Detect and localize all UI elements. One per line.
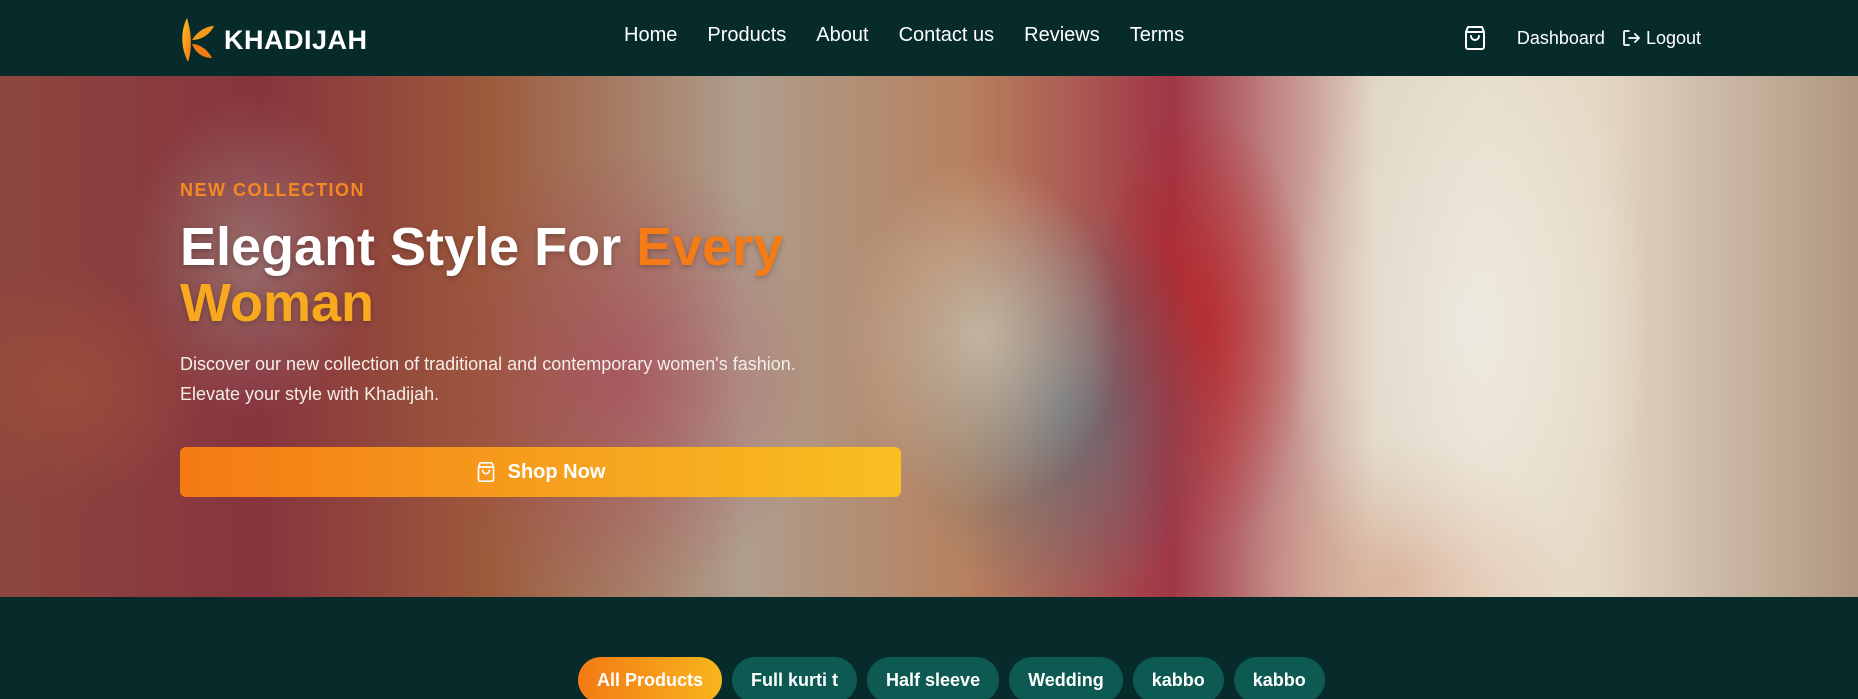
filter-chip-all-products[interactable]: All Products — [578, 657, 723, 699]
hero-title-accent-woman: Woman — [180, 273, 375, 333]
hero-banner: NEW COLLECTION Elegant Style For Every Wo… — [0, 76, 1858, 597]
nav-link-contact[interactable]: Contact us — [899, 24, 995, 47]
nav-link-terms[interactable]: Terms — [1130, 24, 1184, 47]
dashboard-link[interactable]: Dashboard — [1517, 28, 1605, 49]
shop-now-button[interactable]: Shop Now — [180, 447, 901, 497]
shopping-bag-icon[interactable] — [1463, 24, 1491, 52]
filter-chip-kabbo-2[interactable]: kabbo — [1233, 657, 1325, 699]
hero-title: Elegant Style For Every Woman — [180, 219, 940, 331]
hero-description-line-2: Elevate your style with Khadijah. — [180, 384, 440, 404]
filter-chip-wedding[interactable]: Wedding — [1009, 657, 1123, 699]
nav-link-about[interactable]: About — [816, 24, 868, 47]
filter-chip-kabbo[interactable]: kabbo — [1132, 657, 1224, 699]
brand-link[interactable]: KHADIJAH — [180, 16, 368, 64]
hero-kicker: NEW COLLECTION — [180, 180, 365, 200]
filter-chip-half-sleeve[interactable]: Half sleeve — [867, 657, 1000, 699]
hero-content: NEW COLLECTION Elegant Style For Every Wo… — [180, 180, 940, 409]
nav-link-reviews[interactable]: Reviews — [1024, 24, 1100, 47]
nav-link-home[interactable]: Home — [624, 24, 677, 47]
main-nav: Home Products About Contact us Reviews T… — [624, 24, 1184, 47]
brand-name: KHADIJAH — [224, 24, 368, 55]
leaf-logo-icon — [182, 18, 214, 62]
nav-link-products[interactable]: Products — [707, 24, 786, 47]
logout-icon — [1621, 28, 1641, 48]
shop-now-label: Shop Now — [507, 460, 606, 483]
hero-title-main: Elegant Style For — [180, 217, 637, 277]
logout-button[interactable]: Logout — [1621, 28, 1701, 49]
shopping-bag-icon — [476, 461, 498, 483]
hero-description: Discover our new collection of tradition… — [180, 349, 910, 409]
top-navbar: KHADIJAH Home Products About Contact us … — [0, 0, 1858, 76]
hero-description-line-1: Discover our new collection of tradition… — [180, 354, 796, 374]
category-filter-bar: All Products Full kurti t Half sleeve We… — [578, 657, 1325, 699]
nav-actions: Dashboard Logout — [1463, 24, 1701, 52]
logout-label: Logout — [1645, 27, 1701, 48]
hero-title-accent-every: Every — [636, 217, 784, 277]
filter-chip-full-kurti[interactable]: Full kurti t — [732, 657, 858, 699]
